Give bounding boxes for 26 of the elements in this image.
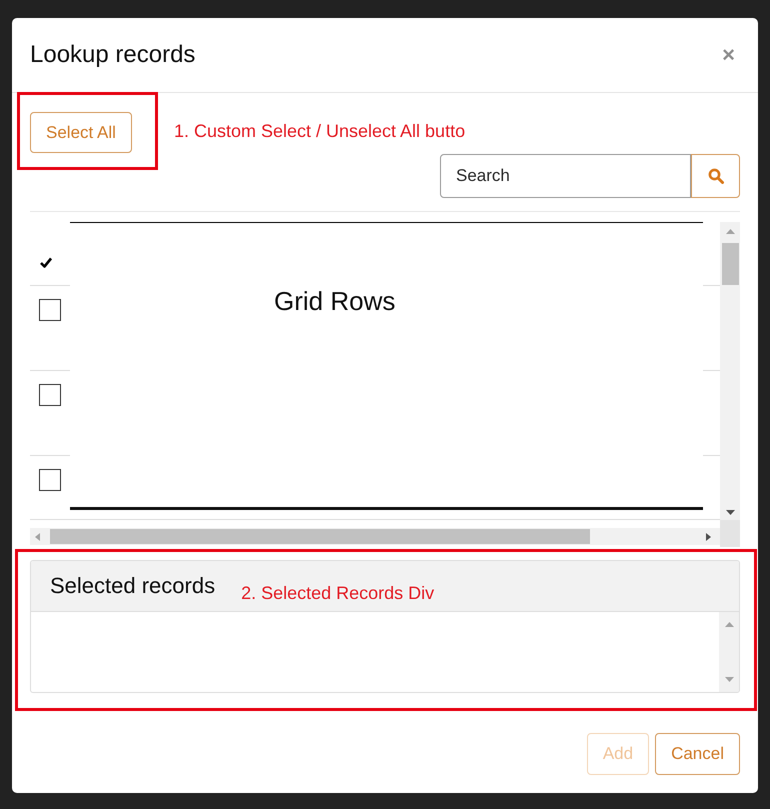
scrollbar-thumb[interactable]: [50, 529, 590, 544]
cancel-button[interactable]: Cancel: [655, 733, 740, 775]
scrollbar-corner: [720, 520, 740, 547]
annotation-text: 1. Custom Select / Unselect All butto: [174, 120, 466, 142]
caret-left-icon[interactable]: [35, 532, 40, 540]
panel-title: Selected records: [50, 573, 216, 599]
search-button[interactable]: [691, 154, 740, 198]
caret-up-icon[interactable]: [726, 229, 734, 234]
caret-down-icon[interactable]: [726, 510, 734, 515]
row-checkbox[interactable]: [39, 384, 61, 406]
select-all-button[interactable]: Select All: [30, 112, 132, 153]
vertical-scrollbar[interactable]: [719, 612, 739, 692]
caret-up-icon[interactable]: [724, 622, 734, 627]
overlay-label: Grid Rows: [274, 286, 396, 316]
close-button[interactable]: ×: [722, 44, 735, 66]
row-checkbox[interactable]: [39, 299, 61, 321]
scrollbar-thumb[interactable]: [722, 243, 738, 285]
check-icon: [40, 257, 52, 268]
annotation-text: 2. Selected Records Div: [241, 583, 434, 604]
vertical-scrollbar[interactable]: [720, 222, 740, 520]
caret-right-icon[interactable]: [706, 532, 711, 540]
search-icon: [708, 168, 724, 184]
horizontal-scrollbar[interactable]: [30, 528, 720, 545]
row-checkbox[interactable]: [39, 469, 61, 491]
dialog-title: Lookup records: [30, 41, 196, 69]
search-field[interactable]: Search: [440, 154, 691, 198]
